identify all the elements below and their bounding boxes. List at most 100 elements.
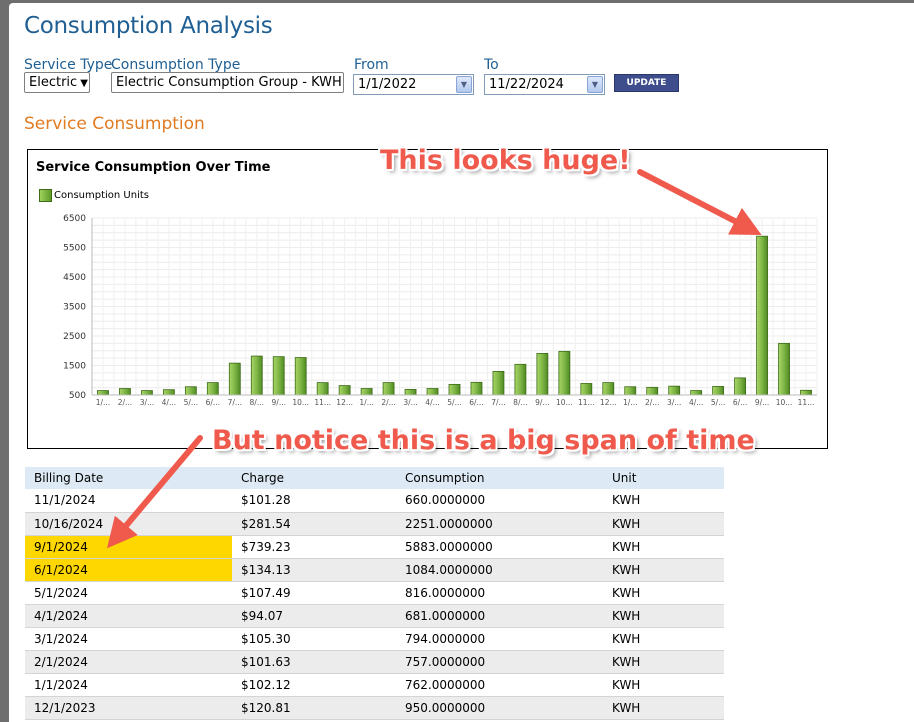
y-tick-label: 500 xyxy=(69,391,86,401)
cell-charge: $102.12 xyxy=(232,673,396,697)
chart-bar xyxy=(690,390,703,396)
cell-unit: KWH xyxy=(603,581,724,605)
table-row: 1/1/2024 $102.12 762.0000000 KWH xyxy=(25,673,724,697)
chart-bar xyxy=(272,356,285,396)
cell-charge: $107.49 xyxy=(232,581,396,605)
cell-consumption: 1084.0000000 xyxy=(396,558,603,582)
service-type-value: Electric xyxy=(29,75,78,90)
chart-bar xyxy=(426,388,439,396)
section-title: Service Consumption xyxy=(24,114,205,134)
chart-bar xyxy=(602,382,615,396)
x-tick-label: 4/... xyxy=(425,398,439,407)
cell-unit: KWH xyxy=(603,558,724,582)
chart-bar xyxy=(360,388,373,396)
chevron-down-icon[interactable]: ▼ xyxy=(587,76,603,93)
cell-unit: KWH xyxy=(603,696,724,720)
y-tick-label: 6500 xyxy=(63,214,86,224)
cell-unit: KWH xyxy=(603,535,724,559)
header-charge[interactable]: Charge xyxy=(232,467,396,489)
cell-charge: $94.07 xyxy=(232,604,396,628)
x-tick-label: 11... xyxy=(314,398,331,407)
chart-bar xyxy=(184,386,197,396)
x-tick-label: 6/... xyxy=(469,398,483,407)
annotation-bottom: But notice this is a big span of time xyxy=(212,425,755,456)
x-tick-label: 6/... xyxy=(206,398,220,407)
header-consumption[interactable]: Consumption xyxy=(396,467,603,489)
header-billing-date[interactable]: Billing Date xyxy=(25,467,232,489)
chart-bar xyxy=(382,382,395,396)
table-body: 11/1/2024 $101.28 660.0000000 KWH 10/16/2024… xyxy=(25,489,724,720)
cell-billing-date: 1/1/2024 xyxy=(25,673,232,697)
cell-consumption: 762.0000000 xyxy=(396,673,603,697)
chart-bar xyxy=(492,370,505,396)
chart-bar xyxy=(668,385,681,396)
chart-bar xyxy=(294,357,307,396)
x-tick-label: 2/... xyxy=(645,398,659,407)
cell-unit: KWH xyxy=(603,489,724,513)
x-tick-label: 5/... xyxy=(184,398,198,407)
from-label: From xyxy=(354,57,389,73)
cell-consumption: 2251.0000000 xyxy=(396,512,603,536)
cell-charge: $105.30 xyxy=(232,627,396,651)
cell-billing-date: 10/16/2024 xyxy=(25,512,232,536)
x-tick-label: 5/... xyxy=(447,398,461,407)
from-date-input[interactable]: 1/1/2022 ▼ xyxy=(353,74,474,95)
x-tick-label: 9/... xyxy=(535,398,549,407)
x-tick-label: 10... xyxy=(556,398,573,407)
consumption-type-label: Consumption Type xyxy=(111,57,241,73)
x-tick-label: 12... xyxy=(336,398,353,407)
chart-bar xyxy=(250,355,263,396)
x-tick-label: 9/... xyxy=(272,398,286,407)
cell-billing-date: 2/1/2024 xyxy=(25,650,232,674)
consumption-type-select[interactable]: Electric Consumption Group - KWH▼ xyxy=(111,72,344,93)
service-type-select[interactable]: Electric ▼ xyxy=(24,72,90,93)
cell-unit: KWH xyxy=(603,627,724,651)
update-button[interactable]: UPDATE xyxy=(614,74,679,92)
table-row: 5/1/2024 $107.49 816.0000000 KWH xyxy=(25,581,724,605)
y-tick-label: 4500 xyxy=(63,273,86,283)
x-tick-label: 5/... xyxy=(711,398,725,407)
x-tick-label: 1/... xyxy=(359,398,373,407)
chart-bar xyxy=(206,382,219,396)
chart-bar xyxy=(338,385,351,396)
chart-bar xyxy=(646,386,659,396)
chart-bar xyxy=(448,383,461,396)
x-tick-label: 4/... xyxy=(689,398,703,407)
chart-bar xyxy=(712,386,725,396)
table-row: 11/1/2024 $101.28 660.0000000 KWH xyxy=(25,489,724,513)
chart-bar xyxy=(404,388,417,396)
table-row: 9/1/2024 $739.23 5883.0000000 KWH xyxy=(25,535,724,559)
to-date-input[interactable]: 11/22/2024 ▼ xyxy=(484,74,605,95)
cell-billing-date: 6/1/2024 xyxy=(25,558,232,582)
chart-bar xyxy=(580,383,593,396)
chevron-down-icon: ▼ xyxy=(80,78,88,89)
chart-bar xyxy=(228,362,241,396)
cell-billing-date: 11/1/2024 xyxy=(25,489,232,513)
table-row: 4/1/2024 $94.07 681.0000000 KWH xyxy=(25,604,724,628)
header-unit[interactable]: Unit xyxy=(603,467,724,489)
x-tick-label: 2/... xyxy=(118,398,132,407)
chart-bar xyxy=(536,353,549,396)
y-tick-label: 2500 xyxy=(63,332,86,342)
chart-bar xyxy=(624,386,637,396)
x-tick-label: 3/... xyxy=(403,398,417,407)
chart-bar xyxy=(316,382,329,396)
x-tick-label: 6/... xyxy=(733,398,747,407)
x-tick-label: 9/... xyxy=(755,398,769,407)
x-tick-label: 11... xyxy=(578,398,595,407)
chevron-down-icon[interactable]: ▼ xyxy=(456,76,472,93)
cell-unit: KWH xyxy=(603,512,724,536)
cell-consumption: 950.0000000 xyxy=(396,696,603,720)
consumption-chart: Service Consumption Over Time Consumptio… xyxy=(27,149,828,449)
table-row: 2/1/2024 $101.63 757.0000000 KWH xyxy=(25,650,724,674)
table-row: 12/1/2023 $120.81 950.0000000 KWH xyxy=(25,696,724,720)
to-label: To xyxy=(484,57,499,73)
cell-consumption: 794.0000000 xyxy=(396,627,603,651)
chart-bar xyxy=(97,390,109,396)
x-tick-label: 8/... xyxy=(513,398,527,407)
x-tick-label: 1/... xyxy=(96,398,110,407)
cell-billing-date: 9/1/2024 xyxy=(25,535,232,559)
billing-table: Billing Date Charge Consumption Unit 11/… xyxy=(25,467,724,720)
x-tick-label: 3/... xyxy=(667,398,681,407)
table-row: 6/1/2024 $134.13 1084.0000000 KWH xyxy=(25,558,724,582)
